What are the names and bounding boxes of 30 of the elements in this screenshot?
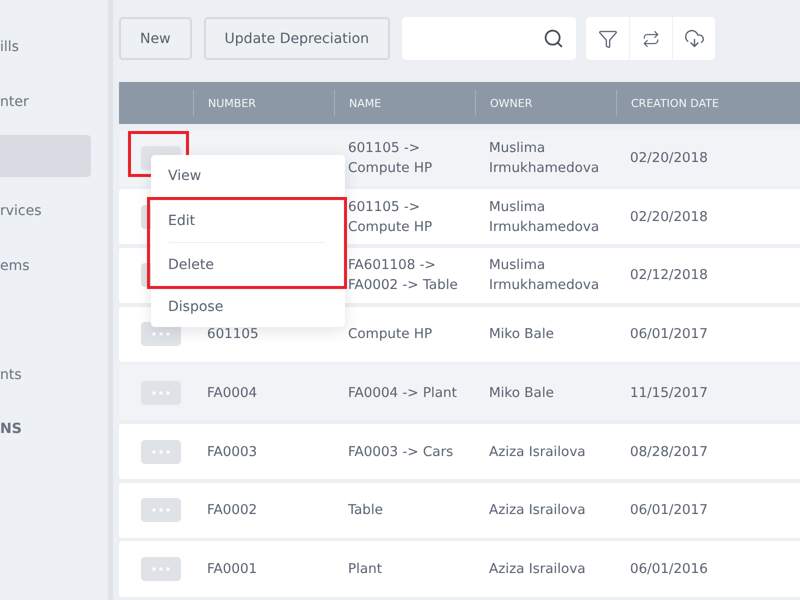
table-cell-text: Miko Bale (488, 384, 555, 403)
table-cell-text: Muslima Irmukhamedova (488, 198, 600, 237)
table-cell-text: 601105 -> Compute HP (347, 198, 434, 237)
table-cell-text: Aziza Israilova (488, 442, 587, 462)
table-cell-text: FA601108 -> FA0002 -> Table (347, 256, 459, 296)
table-cell-text: FA0001 (206, 560, 258, 579)
table-cell-text: FA0003 (206, 442, 258, 462)
table-cell-text: Table (347, 501, 384, 520)
table-cell-text: 601105 (206, 325, 260, 344)
table-cell-text: 06/01/2017 (629, 325, 709, 344)
table-cell-text: Miko Bale (488, 325, 555, 344)
table-cell-text: 06/01/2017 (629, 501, 709, 520)
table-cell-text: Plant (347, 560, 384, 579)
table-cell-text: 02/20/2018 (629, 148, 709, 168)
table-cell-text: 08/28/2017 (629, 442, 709, 462)
sidebar-heading: NS (0, 420, 23, 439)
table-cell-text: Aziza Israilova (488, 560, 587, 579)
table-cell-text: FA0004 (206, 384, 258, 403)
table-cell-text: FA0004 -> Plant (347, 384, 458, 403)
table-cell-text: Compute HP (347, 325, 434, 344)
table-cell-text: Muslima Irmukhamedova (488, 138, 600, 178)
table-cell-text: Aziza Israilova (488, 501, 587, 520)
table-cell-text: FA0002 (206, 501, 258, 520)
table-cell-text: 02/20/2018 (629, 208, 709, 227)
table-cell-text: 02/12/2018 (629, 266, 709, 286)
table-cell-text: Muslima Irmukhamedova (488, 256, 600, 296)
table-cell-text: 601105 -> Compute HP (347, 138, 434, 178)
table-cell-text: FA0003 -> Cars (347, 442, 454, 462)
table-cell-text: 06/01/2016 (629, 560, 709, 579)
table-cell-text: 11/15/2017 (629, 384, 709, 403)
